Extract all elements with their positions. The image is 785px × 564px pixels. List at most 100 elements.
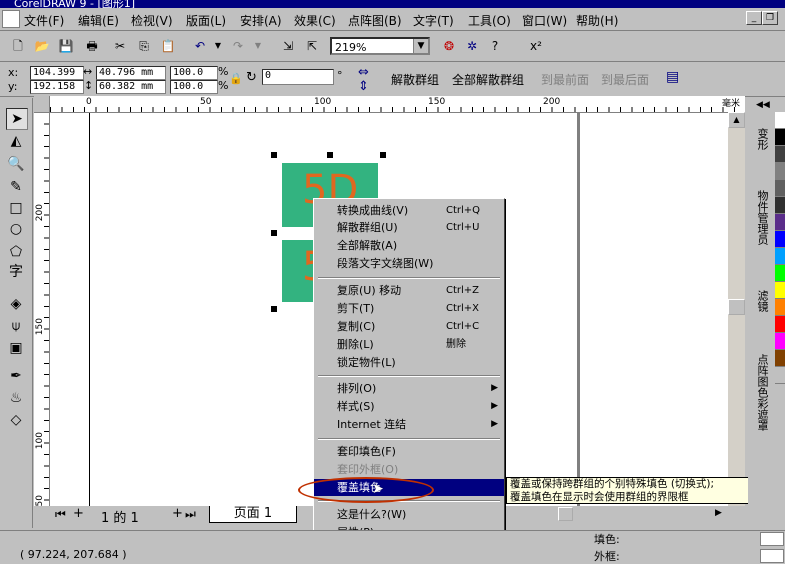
menu-item-cut[interactable]: 剪下(T) Ctrl+X bbox=[314, 300, 504, 317]
export-icon[interactable]: ⇱ bbox=[304, 38, 320, 54]
zoom-tool-icon[interactable]: 🔍 bbox=[6, 154, 26, 174]
scroll-up-icon[interactable]: ▲ bbox=[728, 112, 745, 128]
menu-layout[interactable]: 版面(L) bbox=[186, 12, 226, 29]
palette-swatch[interactable] bbox=[775, 180, 785, 197]
add-page-icon[interactable]: + bbox=[73, 506, 84, 521]
superscript-icon[interactable]: x² bbox=[528, 38, 544, 54]
mirror-vertical-icon[interactable]: ⇕ bbox=[358, 79, 369, 94]
palette-swatch[interactable] bbox=[775, 333, 785, 350]
menu-tools[interactable]: 工具(O) bbox=[468, 12, 511, 29]
redo-icon[interactable]: ↷ bbox=[230, 38, 246, 54]
menu-arrange[interactable]: 安排(A) bbox=[240, 12, 282, 29]
menu-item-copy[interactable]: 复制(C) Ctrl+C bbox=[314, 318, 504, 335]
menu-item-undo[interactable]: 复原(U) 移动 Ctrl+Z bbox=[314, 282, 504, 299]
eyedropper-tool-icon[interactable]: ⍦ bbox=[6, 316, 26, 336]
mirror-horizontal-icon[interactable]: ⇔ bbox=[358, 65, 369, 80]
palette-swatch[interactable] bbox=[775, 214, 785, 231]
first-page-icon[interactable]: ⏮ bbox=[55, 507, 66, 522]
menu-edit[interactable]: 编辑(E) bbox=[78, 12, 119, 29]
scroll-thumb[interactable] bbox=[728, 299, 745, 315]
to-front-button[interactable]: 到最前面 bbox=[541, 71, 589, 88]
app-icon[interactable] bbox=[2, 10, 20, 28]
menu-help[interactable]: 帮助(H) bbox=[576, 12, 618, 29]
undo-icon[interactable]: ↶ bbox=[192, 38, 208, 54]
docker-tab-bitmap-color-mask[interactable]: 点阵图色彩遮罩 bbox=[752, 354, 770, 431]
menu-item-order[interactable]: 排列(O) ▶ bbox=[314, 380, 504, 397]
palette-swatch[interactable] bbox=[775, 231, 785, 248]
freehand-tool-icon[interactable]: ✎ bbox=[6, 177, 26, 197]
outline-tool-icon[interactable]: ✒ bbox=[6, 366, 26, 386]
selection-handle[interactable] bbox=[271, 306, 277, 312]
minimize-button[interactable]: _ bbox=[746, 11, 762, 25]
menu-item-whats-this[interactable]: 这是什么?(W) bbox=[314, 506, 504, 523]
menu-bitmaps[interactable]: 点阵图(B) bbox=[348, 12, 402, 29]
menu-item-internet-link[interactable]: Internet 连结 ▶ bbox=[314, 416, 504, 433]
ruler-origin[interactable] bbox=[34, 96, 50, 113]
pick-tool-icon[interactable]: ➤ bbox=[6, 108, 28, 130]
menu-view[interactable]: 检视(V) bbox=[131, 12, 173, 29]
fill-tool-icon[interactable]: ♨ bbox=[6, 388, 26, 408]
save-icon[interactable]: 💾 bbox=[58, 38, 74, 54]
redo-dropdown-icon[interactable]: ▼ bbox=[250, 38, 266, 54]
palette-swatch[interactable] bbox=[775, 163, 785, 180]
docker-tab-object-manager[interactable]: 物件管理员 bbox=[752, 190, 770, 245]
docker-tab-lens[interactable]: 滤镜 bbox=[752, 290, 770, 312]
selection-handle[interactable] bbox=[271, 230, 277, 236]
interactive-tool-icon[interactable]: ◇ bbox=[6, 410, 26, 430]
cut-icon[interactable]: ✂ bbox=[112, 38, 128, 54]
menu-effects[interactable]: 效果(C) bbox=[294, 12, 336, 29]
menu-item-ungroup[interactable]: 解散群组(U) Ctrl+U bbox=[314, 219, 504, 236]
open-icon[interactable]: 📂 bbox=[34, 38, 50, 54]
zoom-select[interactable]: 219% ▼ bbox=[330, 37, 430, 55]
last-page-icon[interactable]: ⏭ bbox=[185, 507, 196, 522]
palette-swatch[interactable] bbox=[775, 112, 785, 129]
ungroup-all-button[interactable]: 全部解散群组 bbox=[452, 71, 524, 88]
docker-arrows-icon[interactable]: ◀◀ bbox=[756, 100, 770, 110]
ungroup-button[interactable]: 解散群组 bbox=[391, 71, 439, 88]
palette-swatch[interactable] bbox=[775, 367, 785, 384]
palette-swatch[interactable] bbox=[775, 197, 785, 214]
menu-item-lock-object[interactable]: 锁定物件(L) bbox=[314, 354, 504, 371]
palette-swatch[interactable] bbox=[775, 282, 785, 299]
application-launcher-icon[interactable]: ❂ bbox=[441, 38, 457, 54]
x-position-field[interactable]: 104.399 bbox=[30, 66, 84, 80]
palette-swatch[interactable] bbox=[775, 299, 785, 316]
palette-swatch[interactable] bbox=[775, 350, 785, 367]
lock-ratio-icon[interactable]: 🔒 bbox=[229, 72, 243, 85]
rectangle-tool-icon[interactable]: □ bbox=[6, 198, 26, 218]
width-field[interactable]: 40.796 mm bbox=[96, 66, 166, 80]
convert-to-curves-icon[interactable]: ▤ bbox=[666, 69, 679, 85]
undo-dropdown-icon[interactable]: ▼ bbox=[210, 38, 226, 54]
restore-button[interactable]: ❐ bbox=[762, 11, 778, 25]
menu-item-overprint-outline[interactable]: 套印外框(O) bbox=[314, 461, 504, 478]
page-tab[interactable]: 页面 1 bbox=[209, 506, 297, 523]
ellipse-tool-icon[interactable]: ○ bbox=[6, 219, 26, 239]
palette-swatch[interactable] bbox=[775, 146, 785, 163]
paste-icon[interactable]: 📋 bbox=[160, 38, 176, 54]
angle-field[interactable]: 0 bbox=[262, 69, 334, 85]
menu-item-overprint-fill[interactable]: 套印填色(F) bbox=[314, 443, 504, 460]
chevron-down-icon[interactable]: ▼ bbox=[413, 39, 428, 53]
menu-window[interactable]: 窗口(W) bbox=[522, 12, 567, 29]
height-field[interactable]: 60.382 mm bbox=[96, 80, 166, 94]
shape-tool-icon[interactable]: ◭ bbox=[6, 131, 26, 151]
to-back-button[interactable]: 到最后面 bbox=[601, 71, 649, 88]
scale-height-field[interactable]: 100.0 bbox=[170, 80, 218, 94]
scale-width-field[interactable]: 100.0 bbox=[170, 66, 218, 80]
menu-item-convert-to-curves[interactable]: 转换成曲线(V) Ctrl+Q bbox=[314, 202, 504, 219]
shadow-tool-icon[interactable]: ▣ bbox=[6, 338, 26, 358]
menu-item-styles[interactable]: 样式(S) ▶ bbox=[314, 398, 504, 415]
vertical-scrollbar[interactable]: ▲ bbox=[728, 112, 745, 508]
palette-swatch[interactable] bbox=[775, 265, 785, 282]
y-position-field[interactable]: 192.158 bbox=[30, 80, 84, 94]
palette-swatch[interactable] bbox=[775, 316, 785, 333]
import-icon[interactable]: ⇲ bbox=[280, 38, 296, 54]
menu-item-ungroup-all[interactable]: 全部解散(A) bbox=[314, 237, 504, 254]
palette-swatch[interactable] bbox=[775, 248, 785, 265]
interactive-fill-icon[interactable]: ◈ bbox=[6, 294, 26, 314]
new-icon[interactable]: 🗋 bbox=[10, 38, 26, 54]
scroll-right-icon[interactable]: ▶ bbox=[715, 508, 722, 518]
menu-file[interactable]: 文件(F) bbox=[24, 12, 64, 29]
text-tool-icon[interactable]: 字 bbox=[6, 262, 26, 282]
palette-swatch[interactable] bbox=[775, 129, 785, 146]
